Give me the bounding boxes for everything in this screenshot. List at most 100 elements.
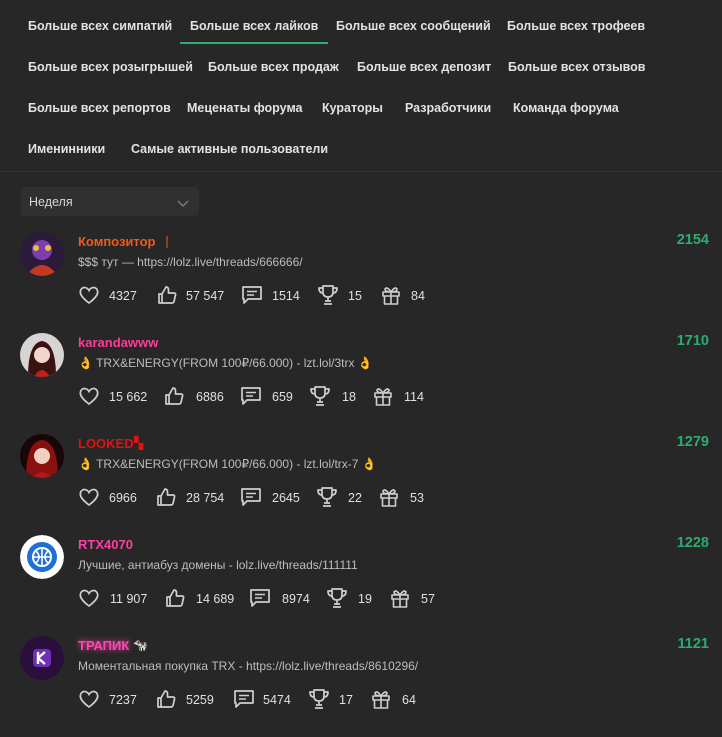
list-item: karandawww 👌 TRX&ENERGY(FROM 100₽/66.000… (0, 333, 722, 434)
sympathies-count: 7237 (109, 693, 137, 707)
avatar[interactable] (20, 232, 64, 276)
thumb-up-icon (165, 387, 184, 405)
likes-score: 2154 (676, 232, 709, 248)
trophy-icon (327, 588, 347, 608)
gifts-count: 84 (411, 289, 425, 303)
thumb-up-icon (157, 690, 176, 708)
user-list: Композитор ❘ $$$ тут — https://lolz.live… (0, 232, 722, 737)
heart-icon (79, 488, 99, 507)
gifts-count: 57 (421, 592, 435, 606)
heart-icon (79, 690, 99, 709)
user-status-text: TRX&ENERGY(FROM 100₽/66.000) - lzt.lol/3… (96, 356, 355, 370)
hand-icon: 👌 (361, 457, 377, 471)
trophies-count: 18 (342, 390, 356, 404)
message-icon (241, 387, 261, 405)
period-select[interactable]: Неделя (21, 187, 199, 216)
messages-count: 1514 (272, 289, 300, 303)
leaderboard-tabs: Больше всех симпатий Больше всех лайков … (0, 0, 722, 172)
likes-score: 1228 (676, 535, 709, 551)
message-icon (250, 589, 270, 607)
gifts-count: 53 (410, 491, 424, 505)
tab-forum-team[interactable]: Команда форума (513, 101, 619, 115)
avatar[interactable] (20, 636, 64, 680)
tab-most-reports[interactable]: Больше всех репортов (28, 101, 171, 115)
user-status-text: TRX&ENERGY(FROM 100₽/66.000) - lzt.lol/t… (96, 457, 359, 471)
trophy-icon (317, 487, 337, 507)
thumb-up-icon (158, 286, 177, 304)
trophies-count: 19 (358, 592, 372, 606)
trophy-icon (318, 285, 338, 305)
username[interactable]: LOOKED (78, 436, 134, 451)
gift-icon (382, 287, 400, 305)
trophies-count: 15 (348, 289, 362, 303)
avatar[interactable] (20, 333, 64, 377)
tab-birthdays[interactable]: Именинники (28, 142, 105, 156)
username[interactable]: ТРАПИК (78, 638, 129, 653)
likes-count: 57 547 (186, 289, 225, 303)
trophies-count: 22 (348, 491, 362, 505)
tab-most-sympathies[interactable]: Больше всех симпатий (28, 19, 172, 33)
likes-score: 1710 (676, 333, 709, 349)
messages-count: 5474 (263, 693, 291, 707)
chevron-down-icon (177, 196, 189, 211)
tab-most-sales[interactable]: Больше всех продаж (208, 60, 339, 74)
username[interactable]: Композитор (78, 234, 155, 249)
user-status: Лучшие, антиабуз домены - lolz.live/thre… (78, 558, 358, 572)
hand-icon: 👌 (78, 356, 93, 370)
likes-score: 1121 (677, 636, 709, 652)
messages-count: 8974 (282, 592, 310, 606)
gift-icon (391, 590, 409, 608)
message-icon (234, 690, 254, 708)
list-item: RTX4070 Лучшие, антиабуз домены - lolz.l… (0, 535, 722, 636)
likes-count: 6886 (196, 390, 224, 404)
gift-icon (374, 388, 392, 406)
gift-icon (380, 489, 398, 507)
list-item: Композитор ❘ $$$ тут — https://lolz.live… (0, 232, 722, 333)
tab-curators[interactable]: Кураторы (322, 101, 383, 115)
tab-most-likes[interactable]: Больше всех лайков (179, 19, 329, 44)
message-icon (241, 488, 261, 506)
period-filter: Неделя (0, 172, 722, 226)
tab-most-active[interactable]: Самые активные пользователи (131, 142, 328, 156)
trophy-icon (309, 689, 329, 709)
messages-count: 2645 (272, 491, 300, 505)
likes-count: 28 754 (186, 491, 225, 505)
badge-icon: 🐄 (133, 638, 148, 652)
user-status: Моментальная покупка TRX - https://lolz.… (78, 659, 419, 673)
thumb-up-icon (157, 488, 176, 506)
tab-patrons[interactable]: Меценаты форума (187, 101, 302, 115)
user-status: 👌 TRX&ENERGY(FROM 100₽/66.000) - lzt.lol… (78, 457, 377, 471)
sympathies-count: 4327 (109, 289, 137, 303)
tab-most-reviews[interactable]: Больше всех отзывов (508, 60, 646, 74)
hand-icon: 👌 (78, 457, 93, 471)
likes-score: 1279 (676, 434, 709, 450)
sympathies-count: 15 662 (109, 390, 148, 404)
tab-most-messages[interactable]: Больше всех сообщений (336, 19, 491, 33)
avatar[interactable] (20, 434, 64, 478)
period-select-value: Неделя (29, 195, 73, 209)
heart-icon (79, 589, 99, 608)
tab-developers[interactable]: Разработчики (405, 101, 491, 115)
user-status: $$$ тут — https://lolz.live/threads/6666… (78, 255, 303, 269)
list-item: LOOKED ▚ 👌 TRX&ENERGY(FROM 100₽/66.000) … (0, 434, 722, 535)
trophies-count: 17 (339, 693, 353, 707)
avatar[interactable] (20, 535, 64, 579)
thumb-up-icon (166, 589, 185, 607)
username[interactable]: karandawww (78, 335, 158, 350)
trophy-icon (310, 386, 330, 406)
likes-count: 5259 (186, 693, 214, 707)
sympathies-count: 11 907 (110, 592, 148, 606)
likes-count: 14 689 (196, 592, 235, 606)
username[interactable]: RTX4070 (78, 537, 133, 552)
tab-most-giveaways[interactable]: Больше всех розыгрышей (28, 60, 193, 74)
heart-icon (79, 387, 99, 406)
gifts-count: 64 (402, 693, 416, 707)
tab-most-deposit[interactable]: Больше всех депозит (357, 60, 491, 74)
badge-icon: ❘ (162, 234, 173, 248)
heart-icon (79, 286, 99, 305)
tab-most-trophies[interactable]: Больше всех трофеев (507, 19, 645, 33)
gifts-count: 114 (404, 390, 424, 404)
hand-icon: 👌 (357, 356, 373, 370)
sympathies-count: 6966 (109, 491, 137, 505)
gift-icon (372, 691, 390, 709)
